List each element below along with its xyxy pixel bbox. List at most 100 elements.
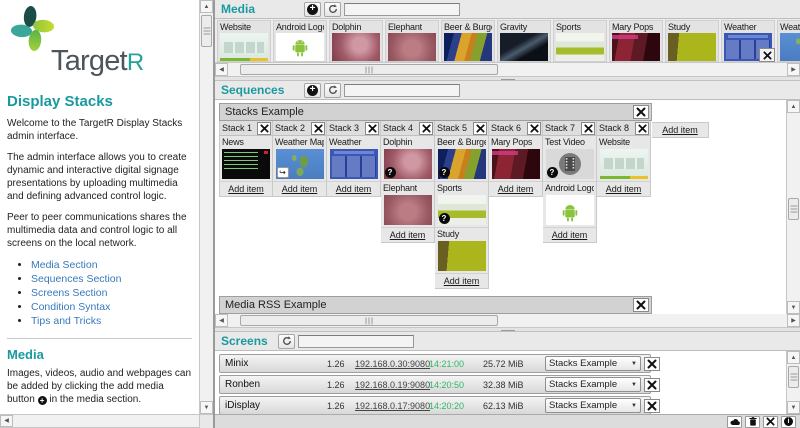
- stack-item[interactable]: Beer & Burger ?: [435, 136, 488, 182]
- link-media-section[interactable]: Media Section: [31, 259, 98, 271]
- sequence-select[interactable]: Stacks Example ▼: [545, 398, 641, 413]
- stack-item[interactable]: Elephant: [381, 182, 434, 228]
- edit-screen-button[interactable]: [644, 377, 660, 392]
- stack-item[interactable]: Test Video ?: [543, 136, 596, 182]
- scrollbar-track[interactable]: [228, 314, 787, 327]
- scroll-up-icon[interactable]: ▲: [200, 0, 213, 13]
- edit-stack-button[interactable]: [581, 121, 595, 135]
- stack-item[interactable]: Sports ?: [435, 182, 488, 228]
- refresh-media-button[interactable]: [324, 1, 341, 17]
- stack-item[interactable]: Weather: [327, 136, 380, 182]
- edit-screen-button[interactable]: [644, 398, 660, 413]
- stack-item[interactable]: Android Logo: [543, 182, 596, 228]
- media-item[interactable]: Website: [217, 20, 271, 62]
- scrollbar-thumb[interactable]: [240, 64, 498, 75]
- sequences-vertical-scrollbar[interactable]: ▲ ▼: [786, 100, 800, 314]
- media-item[interactable]: Weather Map: [777, 20, 800, 62]
- add-item-link[interactable]: Add item: [444, 276, 480, 286]
- screen-address-link[interactable]: 192.168.0.17:9080: [355, 401, 430, 411]
- edit-stack-button[interactable]: [311, 121, 325, 135]
- add-item-link[interactable]: Add item: [552, 230, 588, 240]
- screen-address-link[interactable]: 192.168.0.19:9080: [355, 380, 430, 390]
- stack-item[interactable]: Study: [435, 228, 488, 274]
- media-item[interactable]: Sports: [553, 20, 607, 62]
- media-item[interactable]: Mary Pops: [609, 20, 663, 62]
- link-condition-syntax[interactable]: Condition Syntax: [31, 301, 110, 313]
- scroll-down-icon[interactable]: ▼: [787, 401, 800, 414]
- edit-stack-button[interactable]: [365, 121, 379, 135]
- scroll-left-icon[interactable]: ◀: [215, 314, 228, 327]
- delete-trash-button[interactable]: [745, 415, 760, 428]
- refresh-sequences-button[interactable]: [324, 82, 341, 98]
- stack-item[interactable]: News: [220, 136, 272, 182]
- settings-tools-button[interactable]: [763, 415, 778, 428]
- media-item[interactable]: Beer & Burger: [441, 20, 495, 62]
- stack-item[interactable]: Mary Pops: [489, 136, 542, 182]
- scroll-right-icon[interactable]: ▶: [787, 63, 800, 76]
- add-sequence-button[interactable]: +: [304, 82, 321, 98]
- scroll-left-icon[interactable]: ◀: [215, 63, 228, 76]
- scroll-right-icon[interactable]: ▶: [787, 314, 800, 327]
- scrollbar-track[interactable]: [787, 113, 800, 301]
- stack-item-label: Elephant: [383, 183, 417, 193]
- stack-item[interactable]: Website: [597, 136, 650, 182]
- media-filter-input[interactable]: [344, 2, 460, 16]
- edit-stack-button[interactable]: [473, 121, 487, 135]
- scroll-down-icon[interactable]: ▼: [200, 401, 213, 414]
- edit-stacks-sequence-button[interactable]: [633, 105, 649, 119]
- edit-stack-button[interactable]: [419, 121, 433, 135]
- add-item-link[interactable]: Add item: [390, 230, 426, 240]
- stack-item[interactable]: Dolphin ?: [381, 136, 434, 182]
- refresh-screens-button[interactable]: [278, 333, 295, 349]
- edit-stack-button[interactable]: [635, 121, 649, 135]
- sequence-select[interactable]: Stacks Example ▼: [545, 356, 641, 371]
- edit-stack-button[interactable]: [257, 121, 271, 135]
- media-item[interactable]: Android Logo: [273, 20, 327, 62]
- scrollbar-thumb[interactable]: [788, 197, 799, 220]
- edit-media-button[interactable]: [759, 48, 775, 62]
- add-item-link[interactable]: Add item: [336, 184, 372, 194]
- media-horizontal-scrollbar[interactable]: ◀ ▶: [215, 63, 800, 77]
- edit-stack-button[interactable]: [527, 121, 541, 135]
- media-item[interactable]: Weather: [721, 20, 775, 62]
- link-tips-and-tricks[interactable]: Tips and Tricks: [31, 315, 101, 327]
- screen-address-link[interactable]: 192.168.0.30:9080: [355, 359, 430, 369]
- sequence-select[interactable]: Stacks Example ▼: [545, 377, 641, 392]
- edit-screen-button[interactable]: [644, 356, 660, 371]
- scrollbar-thumb[interactable]: [240, 315, 498, 326]
- scrollbar-track[interactable]: [13, 415, 199, 427]
- edit-rss-sequence-button[interactable]: [633, 298, 649, 312]
- link-sequences-section[interactable]: Sequences Section: [31, 273, 121, 285]
- section-splitter[interactable]: [215, 77, 800, 81]
- scroll-down-icon[interactable]: ▼: [787, 301, 800, 314]
- stack-item[interactable]: Weather Map ↪: [273, 136, 326, 182]
- sidebar-horizontal-scrollbar[interactable]: ◀: [0, 414, 199, 428]
- add-media-button[interactable]: +: [304, 1, 321, 17]
- add-item-link[interactable]: Add item: [498, 184, 534, 194]
- media-item[interactable]: Gravity: [497, 20, 551, 62]
- info-button[interactable]: i: [781, 415, 796, 428]
- add-item-link[interactable]: Add item: [282, 184, 318, 194]
- sequences-filter-input[interactable]: [344, 83, 460, 97]
- scrollbar-thumb[interactable]: [201, 15, 212, 47]
- sequences-horizontal-scrollbar[interactable]: ◀ ▶: [215, 314, 800, 328]
- scrollbar-track[interactable]: [787, 364, 800, 401]
- scrollbar-track[interactable]: [228, 63, 787, 76]
- media-item[interactable]: Study: [665, 20, 719, 62]
- scrollbar-thumb[interactable]: [788, 366, 799, 388]
- scroll-up-icon[interactable]: ▲: [787, 100, 800, 113]
- sidebar-vertical-scrollbar[interactable]: ▲ ▼: [199, 0, 213, 414]
- screens-vertical-scrollbar[interactable]: ▲ ▼: [786, 351, 800, 414]
- add-stack-link[interactable]: Add item: [662, 125, 698, 135]
- add-item-link[interactable]: Add item: [606, 184, 642, 194]
- scrollbar-track[interactable]: [200, 13, 213, 401]
- add-item-link[interactable]: Add item: [228, 184, 264, 194]
- scroll-up-icon[interactable]: ▲: [787, 351, 800, 364]
- screens-filter-input[interactable]: [298, 334, 414, 348]
- link-screens-section[interactable]: Screens Section: [31, 287, 107, 299]
- scroll-left-icon[interactable]: ◀: [0, 415, 13, 427]
- media-item[interactable]: Dolphin: [329, 20, 383, 62]
- media-item[interactable]: Elephant: [385, 20, 439, 62]
- upload-cloud-button[interactable]: [727, 415, 742, 428]
- section-splitter[interactable]: [215, 328, 800, 332]
